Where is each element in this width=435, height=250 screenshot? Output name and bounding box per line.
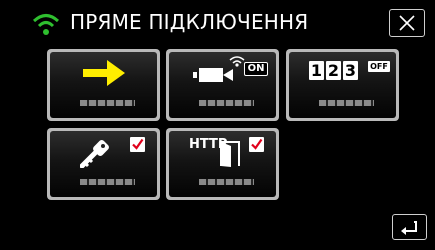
close-button[interactable]	[389, 9, 425, 37]
tile-http[interactable]: HTTP	[166, 128, 279, 200]
key-icon	[80, 140, 109, 168]
on-badge: ON	[244, 62, 268, 76]
tile-video-camera[interactable]: ON	[166, 49, 279, 121]
check-icon	[251, 138, 263, 150]
door-icon	[220, 141, 240, 167]
close-icon	[399, 15, 415, 31]
return-arrow-icon	[401, 221, 417, 235]
label-placeholder	[199, 100, 254, 106]
label-placeholder	[80, 179, 135, 185]
digit-2: 2	[326, 61, 341, 80]
digit-display: 1 2 3	[309, 61, 358, 80]
checkbox-checked	[130, 137, 145, 152]
checkbox-checked	[249, 137, 264, 152]
arrow-right-icon	[83, 60, 125, 86]
header-bar: ПРЯМЕ ПІДКЛЮЧЕННЯ	[0, 0, 435, 44]
digit-3: 3	[343, 61, 358, 80]
label-placeholder	[80, 100, 135, 106]
off-badge: OFF	[368, 61, 390, 72]
tile-connect[interactable]	[47, 49, 160, 121]
tile-password[interactable]	[47, 128, 160, 200]
page-title: ПРЯМЕ ПІДКЛЮЧЕННЯ	[70, 10, 309, 34]
tile-counter[interactable]: 1 2 3 OFF	[286, 49, 399, 121]
label-placeholder	[199, 179, 254, 185]
check-icon	[132, 138, 144, 150]
digit-1: 1	[309, 61, 324, 80]
wifi-icon	[32, 14, 60, 35]
label-placeholder	[319, 100, 374, 106]
back-button[interactable]	[392, 214, 427, 240]
